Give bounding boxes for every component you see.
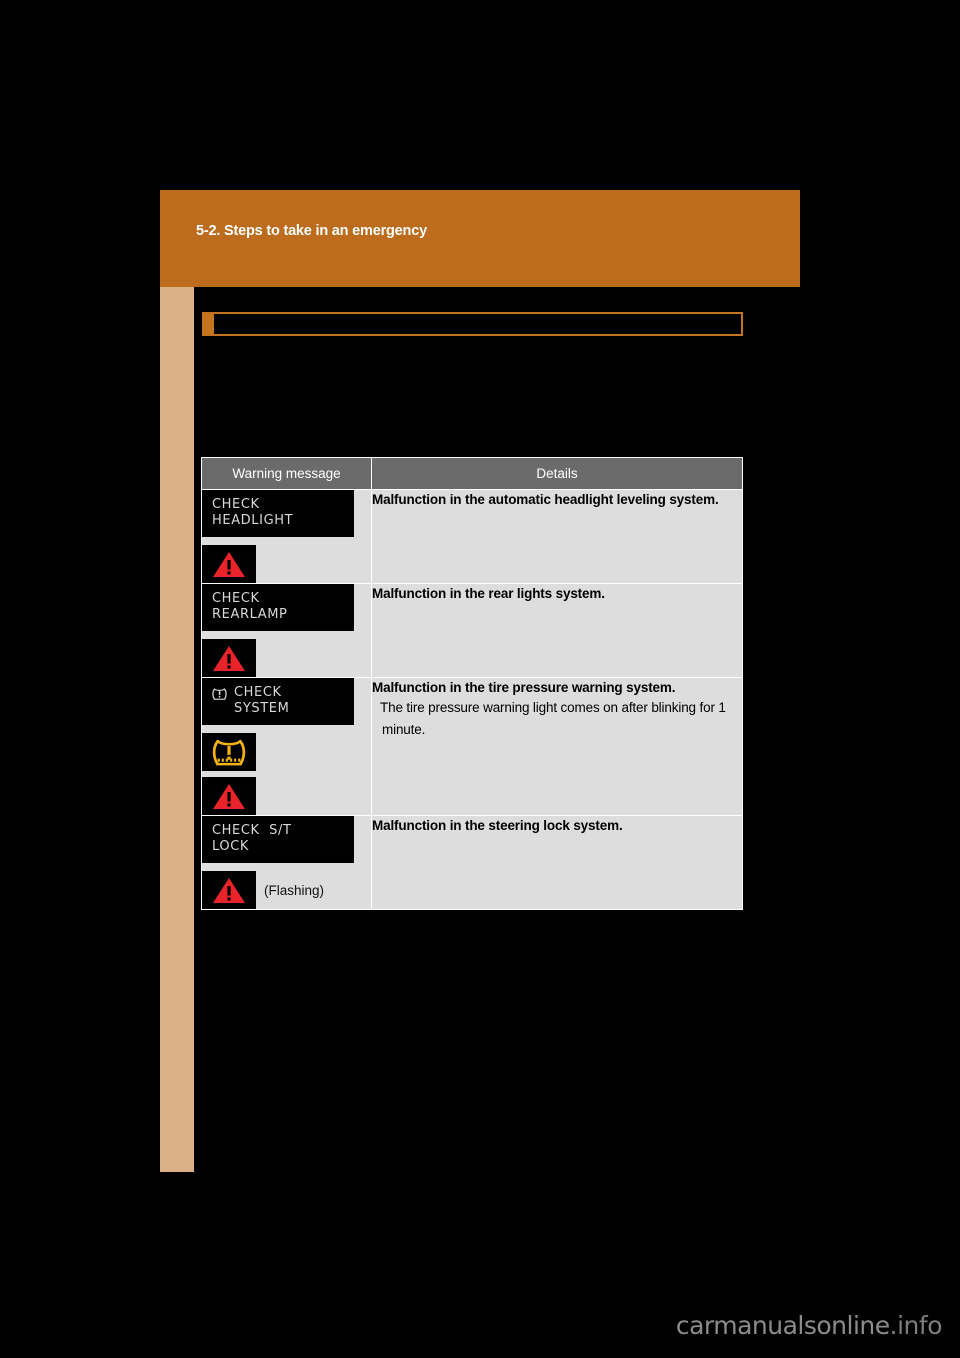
details-cell: Malfunction in the tire pressure warning… <box>371 677 743 816</box>
lcd-text-line: CHECK <box>212 497 260 512</box>
watermark-domain: carmanualsonline <box>675 1311 890 1340</box>
table-row: CHECK REARLAMP Malfunction in the rear lig… <box>201 583 743 678</box>
section-heading-accent-bar <box>204 314 214 334</box>
table-row: CHECK SYSTEM Malfunction in the tire press… <box>201 677 743 816</box>
lcd-text-line: SYSTEM <box>234 701 290 716</box>
table-header-row: Warning message Details <box>201 457 743 490</box>
warning-message-table: Warning message Details CHECK HEADLIGHT Ma… <box>201 457 743 910</box>
details-main-text: Malfunction in the tire pressure warning… <box>372 680 676 695</box>
details-main-text: Malfunction in the rear lights system. <box>372 586 605 601</box>
warning-message-cell: CHECK REARLAMP <box>201 583 372 678</box>
chapter-title: 5-2. Steps to take in an emergency <box>196 223 427 239</box>
column-header-details: Details <box>371 457 743 490</box>
chapter-side-tab <box>160 287 194 1172</box>
lcd-text-line: LOCK <box>212 839 250 854</box>
lcd-display-panel: CHECK REARLAMP <box>202 584 354 631</box>
warning-message-cell: CHECK HEADLIGHT <box>201 489 372 584</box>
table-row: CHECK HEADLIGHT Malfunction in the automat… <box>201 489 743 584</box>
lcd-display-panel: CHECK HEADLIGHT <box>202 490 354 537</box>
master-warning-triangle-icon <box>202 871 256 909</box>
lcd-text-line: CHECK S/T <box>212 823 292 838</box>
section-heading-box <box>202 312 743 336</box>
master-warning-triangle-icon <box>202 545 256 583</box>
details-cell: Malfunction in the automatic headlight l… <box>371 489 743 584</box>
watermark-tld: .info <box>889 1311 943 1340</box>
details-main-text: Malfunction in the automatic headlight l… <box>372 492 719 507</box>
details-sub-text: The tire pressure warning light comes on… <box>380 700 726 737</box>
site-watermark: carmanualsonline.info <box>675 1311 943 1340</box>
lcd-display-panel: CHECK SYSTEM <box>202 678 354 725</box>
page-sheet: 5-2. Steps to take in an emergency Warni… <box>0 0 960 1358</box>
details-cell: Malfunction in the steering lock system. <box>371 815 743 910</box>
chapter-header-band: 5-2. Steps to take in an emergency <box>160 190 800 287</box>
indicator-state-note: (Flashing) <box>264 882 325 898</box>
lcd-text-line: REARLAMP <box>212 607 288 622</box>
tire-pressure-warning-icon <box>212 687 227 702</box>
warning-message-cell: CHECK S/T LOCK (Flashing) <box>201 815 372 910</box>
details-main-text: Malfunction in the steering lock system. <box>372 818 623 833</box>
tire-pressure-warning-icon <box>202 733 256 771</box>
column-header-warning-message: Warning message <box>201 457 372 490</box>
table-row: CHECK S/T LOCK (Flashing) Malfunction in th… <box>201 815 743 910</box>
lcd-display-panel: CHECK S/T LOCK <box>202 816 354 863</box>
master-warning-triangle-icon <box>202 777 256 815</box>
lcd-text-line: HEADLIGHT <box>212 513 294 528</box>
master-warning-triangle-icon <box>202 639 256 677</box>
details-cell: Malfunction in the rear lights system. <box>371 583 743 678</box>
warning-message-cell: CHECK SYSTEM <box>201 677 372 816</box>
lcd-text-line: CHECK <box>212 591 260 606</box>
lcd-text-line: CHECK <box>234 685 282 700</box>
